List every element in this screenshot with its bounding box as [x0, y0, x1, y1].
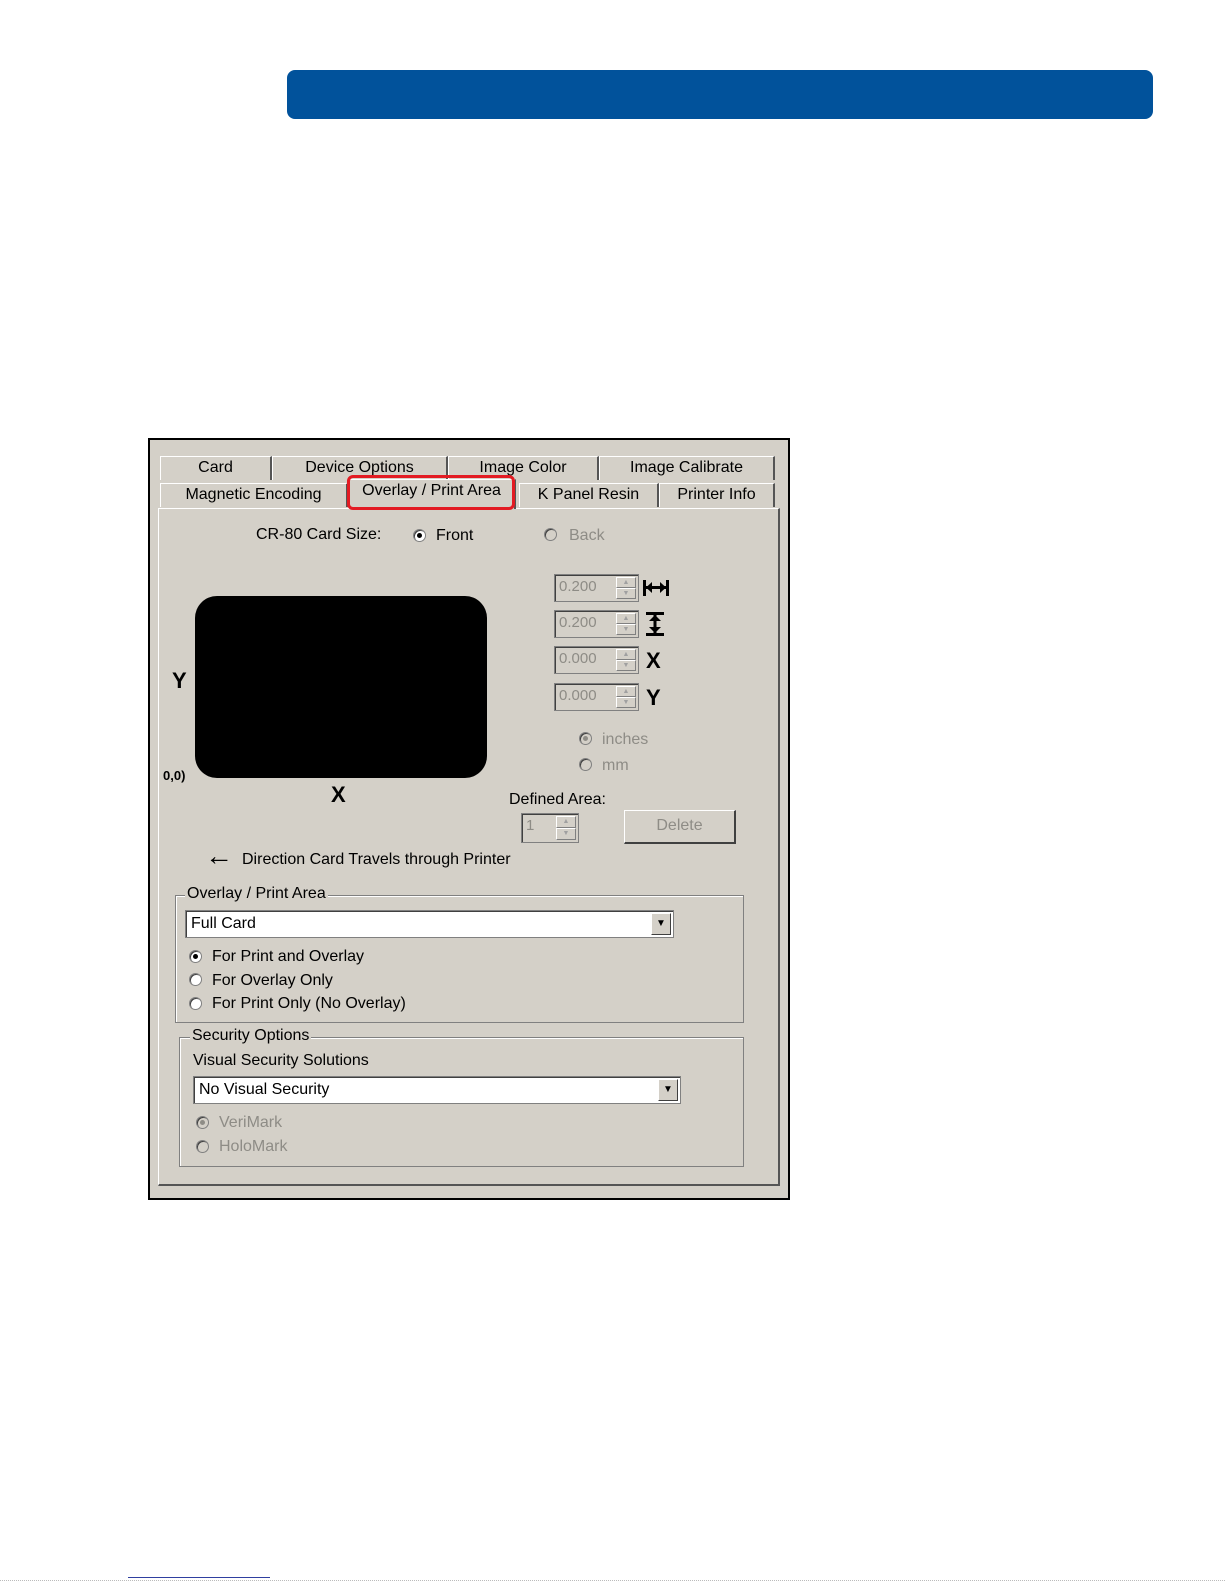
tab-k-panel-resin[interactable]: K Panel Resin [519, 483, 659, 507]
card-size-label: CR-80 Card Size: [256, 526, 382, 543]
back-label[interactable]: Back [569, 527, 605, 545]
overlay-area-select[interactable]: Full Card ▼ [185, 910, 674, 938]
header-bar [287, 70, 1153, 119]
mm-radio[interactable] [579, 758, 592, 771]
holomark-radio[interactable] [196, 1140, 209, 1153]
origin-label: 0,0) [163, 768, 186, 783]
width-spinner[interactable]: 0.200 ▲ ▼ [554, 574, 639, 602]
active-tab-highlight [347, 475, 515, 510]
height-spinner[interactable]: 0.200 ▲ ▼ [554, 610, 639, 638]
back-radio[interactable] [544, 528, 557, 541]
defined-area-spinner[interactable]: 1 ▲ ▼ [521, 813, 579, 843]
verimark-radio[interactable] [196, 1116, 209, 1129]
y-offset-spinner[interactable]: 0.000 ▲ ▼ [554, 683, 639, 711]
tab-card[interactable]: Card [160, 456, 272, 480]
footer-link-underline [128, 1577, 270, 1578]
y-offset-label: Y [646, 685, 661, 710]
defined-area-label: Defined Area: [509, 791, 606, 808]
tab-magnetic-encoding[interactable]: Magnetic Encoding [160, 483, 348, 507]
direction-text: Direction Card Travels through Printer [242, 851, 511, 868]
front-radio[interactable] [413, 529, 426, 542]
security-group-title: Security Options [190, 1027, 312, 1045]
print-only-label[interactable]: For Print Only (No Overlay) [212, 995, 406, 1013]
width-arrows-icon [642, 576, 670, 606]
y-axis-label: Y [172, 668, 187, 693]
left-arrow-icon: ← [205, 840, 233, 871]
visual-security-select[interactable]: No Visual Security ▼ [193, 1076, 681, 1104]
chevron-down-icon[interactable]: ▼ [651, 913, 671, 935]
overlay-only-label[interactable]: For Overlay Only [212, 972, 333, 990]
inches-radio[interactable] [579, 732, 592, 745]
delete-button[interactable]: Delete [624, 810, 736, 844]
holomark-label[interactable]: HoloMark [219, 1138, 287, 1156]
verimark-label[interactable]: VeriMark [219, 1114, 282, 1132]
print-only-radio[interactable] [189, 997, 202, 1010]
x-offset-spinner[interactable]: 0.000 ▲ ▼ [554, 646, 639, 674]
print-and-overlay-radio[interactable] [189, 950, 202, 963]
x-axis-label: X [331, 782, 346, 807]
chevron-down-icon[interactable]: ▼ [658, 1079, 678, 1101]
inches-label[interactable]: inches [602, 731, 648, 749]
tab-printer-info[interactable]: Printer Info [659, 483, 775, 507]
mm-label[interactable]: mm [602, 757, 629, 775]
tab-image-calibrate[interactable]: Image Calibrate [599, 456, 775, 480]
front-label[interactable]: Front [436, 527, 473, 545]
printer-preferences-dialog: Card Device Options Image Color Image Ca… [148, 438, 790, 1200]
visual-security-label: Visual Security Solutions [193, 1052, 369, 1069]
overlay-group-title: Overlay / Print Area [185, 885, 328, 903]
overlay-only-radio[interactable] [189, 973, 202, 986]
footer-divider [0, 1580, 1225, 1581]
card-preview [195, 596, 487, 778]
x-offset-label: X [646, 648, 661, 673]
print-and-overlay-label[interactable]: For Print and Overlay [212, 948, 364, 966]
height-arrows-icon [644, 611, 666, 643]
